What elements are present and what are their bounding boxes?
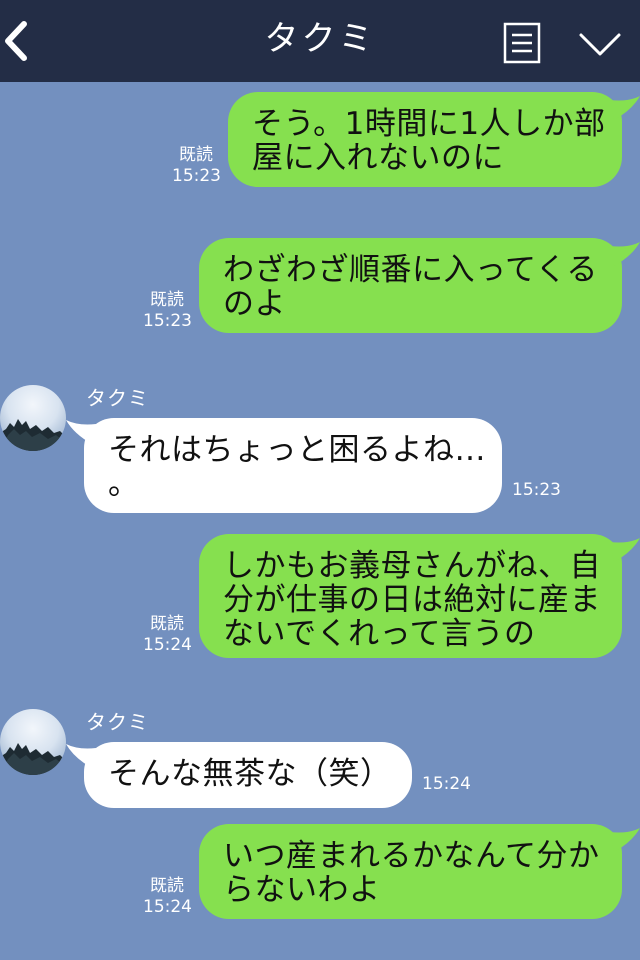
- chat-header: タクミ: [0, 0, 640, 82]
- read-label: 既読: [150, 290, 184, 310]
- message-bubble[interactable]: わざわざ順番に入ってくる のよ: [199, 238, 622, 333]
- read-label: 既読: [179, 145, 213, 165]
- message-bubble[interactable]: しかもお義母さんがね、自 分が仕事の日は絶対に産ま ないでくれって言うの: [199, 534, 622, 658]
- read-status: 既読 15:23: [143, 290, 192, 332]
- message-bubble[interactable]: そう。1時間に1人しか部 屋に入れないのに: [228, 92, 622, 187]
- message-time: 15:23: [143, 311, 192, 331]
- message-bubble[interactable]: そんな無茶な（笑）: [84, 742, 412, 808]
- message-incoming: タクミ そんな無茶な（笑） 15:24: [0, 706, 640, 816]
- bubble-tail: [610, 538, 640, 562]
- message-outgoing: 既読 15:24 いつ産まれるかなんて分か らないわよ: [0, 820, 640, 930]
- read-status: 既読 15:24: [143, 876, 192, 918]
- bubble-tail: [610, 96, 640, 120]
- message-incoming: タクミ それはちょっと困るよね… 。 15:23: [0, 382, 640, 522]
- document-list-icon[interactable]: [502, 21, 542, 65]
- message-bubble[interactable]: いつ産まれるかなんて分か らないわよ: [199, 824, 622, 919]
- message-time: 15:23: [172, 166, 221, 186]
- chevron-down-icon[interactable]: [578, 30, 622, 58]
- bubble-tail: [610, 828, 640, 852]
- tree-photo-icon: [0, 743, 66, 775]
- read-label: 既読: [150, 614, 184, 634]
- message-outgoing: 既読 15:23 わざわざ順番に入ってくる のよ: [0, 232, 640, 342]
- message-time: 15:23: [512, 480, 561, 500]
- chat-area[interactable]: 既読 15:23 そう。1時間に1人しか部 屋に入れないのに 既読 15:23 …: [0, 82, 640, 960]
- contact-avatar[interactable]: [0, 709, 66, 775]
- read-status: 既読 15:24: [143, 614, 192, 656]
- read-label: 既読: [150, 876, 184, 896]
- message-bubble[interactable]: それはちょっと困るよね… 。: [84, 418, 502, 513]
- tree-photo-icon: [0, 419, 66, 451]
- message-outgoing: 既読 15:23 そう。1時間に1人しか部 屋に入れないのに: [0, 82, 640, 192]
- bubble-tail: [610, 242, 640, 266]
- message-time: 15:24: [143, 635, 192, 655]
- read-status: 既読 15:23: [172, 145, 221, 187]
- chat-title: タクミ: [264, 19, 376, 59]
- message-time: 15:24: [422, 774, 471, 794]
- sender-name: タクミ: [86, 386, 149, 410]
- message-outgoing: 既読 15:24 しかもお義母さんがね、自 分が仕事の日は絶対に産ま ないでくれ…: [0, 534, 640, 674]
- contact-avatar[interactable]: [0, 385, 66, 451]
- message-time: 15:24: [143, 897, 192, 917]
- sender-name: タクミ: [86, 710, 149, 734]
